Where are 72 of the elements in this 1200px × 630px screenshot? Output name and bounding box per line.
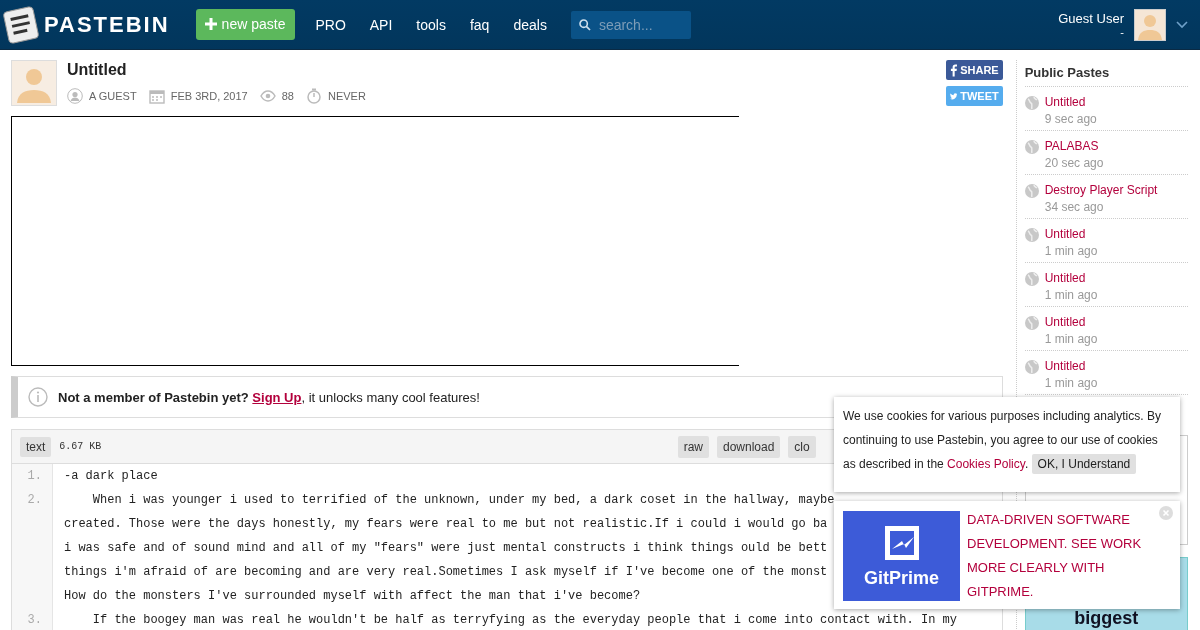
nav-link[interactable]: tools: [406, 16, 456, 33]
search-field[interactable]: search...: [598, 16, 683, 33]
user-icon: [67, 88, 83, 104]
code-line: If the boogey man was real he wouldn't be half as terryfying as the everyday people that i come into contact with. In my: [91, 612, 957, 629]
sidebar-title: Public Pastes: [1024, 60, 1188, 87]
file-size: 6.67 KB: [59, 441, 102, 452]
paste-time: 9 sec ago: [1044, 112, 1097, 126]
globe-icon: [1024, 140, 1039, 154]
ok-button[interactable]: OK, I Understand: [1031, 454, 1137, 474]
nav-link[interactable]: API: [359, 16, 403, 33]
nav-link[interactable]: deals: [503, 16, 557, 33]
paste-title: Untitled: [67, 61, 128, 79]
brand-name: GitPrime: [864, 567, 939, 589]
globe-icon: [1024, 184, 1039, 198]
user-name[interactable]: Guest User: [1058, 11, 1124, 26]
paste-time: 1 min ago: [1044, 244, 1098, 258]
paste-time: 34 sec ago: [1044, 200, 1105, 214]
ad-text: biggest: [1074, 608, 1139, 628]
info-icon: [28, 387, 48, 407]
code-line: How do the monsters I've surrounded myself with affect the man that i've become?: [64, 588, 641, 605]
paste-link[interactable]: Destroy Player Script: [1044, 183, 1158, 197]
ad-link[interactable]: DATA-DRIVEN SOFTWARE DEVELOPMENT. SEE WORK MORE CLEARLY WITH GITPRIME.: [967, 508, 1157, 599]
calendar-icon: [148, 88, 165, 104]
paste-time: 1 min ago: [1044, 376, 1098, 390]
line-number: 2.: [12, 488, 53, 608]
globe-icon: [1024, 272, 1039, 286]
code-line: things i'm afraid of are becoming and are very real.Sometimes I ask myself if I've become one of the monst: [64, 564, 828, 581]
nav-link[interactable]: PRO: [305, 16, 356, 33]
chevron-down-icon[interactable]: [1176, 20, 1188, 29]
paste-link[interactable]: Untitled: [1044, 95, 1097, 109]
code-line: i was safe and of sound mind and all of my "fears" were just mental constructs i think things ould be bett: [64, 540, 828, 557]
eye-icon: [259, 90, 276, 102]
code-line: When i was younger i used to terrified of the unknown, under my bed, a dark coset in the hallway, maybe: [91, 492, 835, 509]
meta-text: 88: [281, 90, 294, 102]
globe-icon: [1024, 316, 1039, 330]
user-status: -: [1120, 26, 1124, 38]
paste-time: 1 min ago: [1044, 332, 1098, 346]
chart-icon: [882, 523, 921, 562]
facebook-icon: [949, 63, 958, 77]
globe-icon: [1024, 228, 1039, 242]
code-line: created. Those were the days honestly, my fears were real to me but not realistic.If i could i would go ba: [64, 516, 828, 533]
paste-link[interactable]: Untitled: [1044, 227, 1098, 241]
paste-link[interactable]: Untitled: [1044, 315, 1098, 329]
code-line: -a dark place: [64, 468, 158, 485]
notice-text: Not a member of Pastebin yet? Sign Up, it unlocks many cool features!: [58, 389, 480, 405]
meta-text: A GUEST: [89, 90, 137, 102]
nav-link[interactable]: faq: [459, 16, 500, 33]
syntax-tag[interactable]: text: [20, 436, 52, 457]
action-button[interactable]: download: [717, 435, 781, 458]
avatar-icon: [11, 60, 57, 106]
action-button[interactable]: raw: [677, 435, 709, 458]
paste-time: 1 min ago: [1044, 288, 1098, 302]
meta-text: FEB 3RD, 2017: [170, 90, 248, 102]
meta-text: NEVER: [328, 90, 366, 102]
globe-icon: [1024, 96, 1039, 110]
globe-icon: [1024, 360, 1039, 374]
timer-icon: [306, 88, 322, 104]
cookie-text: We use cookies for various purposes including analytics. By continuing to use Pastebin, you agree to our use of cookies as described in the Cookies Policy. OK, I Understand: [843, 404, 1161, 476]
action-button[interactable]: clo: [788, 435, 816, 458]
line-number: 3.: [12, 608, 53, 630]
cookies-policy-link[interactable]: Cookies Policy: [947, 457, 1025, 471]
share-button[interactable]: SHARE: [945, 60, 1003, 80]
avatar-icon[interactable]: [1134, 8, 1166, 41]
logo-text[interactable]: PASTEBIN: [44, 11, 170, 38]
line-number: 1.: [12, 464, 53, 488]
paste-link[interactable]: Untitled: [1044, 359, 1098, 373]
paste-link[interactable]: PALABAS: [1044, 139, 1104, 153]
search-field[interactable]: search...: [570, 10, 691, 39]
paste-time: 20 sec ago: [1044, 156, 1104, 170]
plus-icon: [204, 18, 217, 30]
bird-icon: [949, 90, 958, 102]
paste-link[interactable]: Untitled: [1044, 271, 1098, 285]
